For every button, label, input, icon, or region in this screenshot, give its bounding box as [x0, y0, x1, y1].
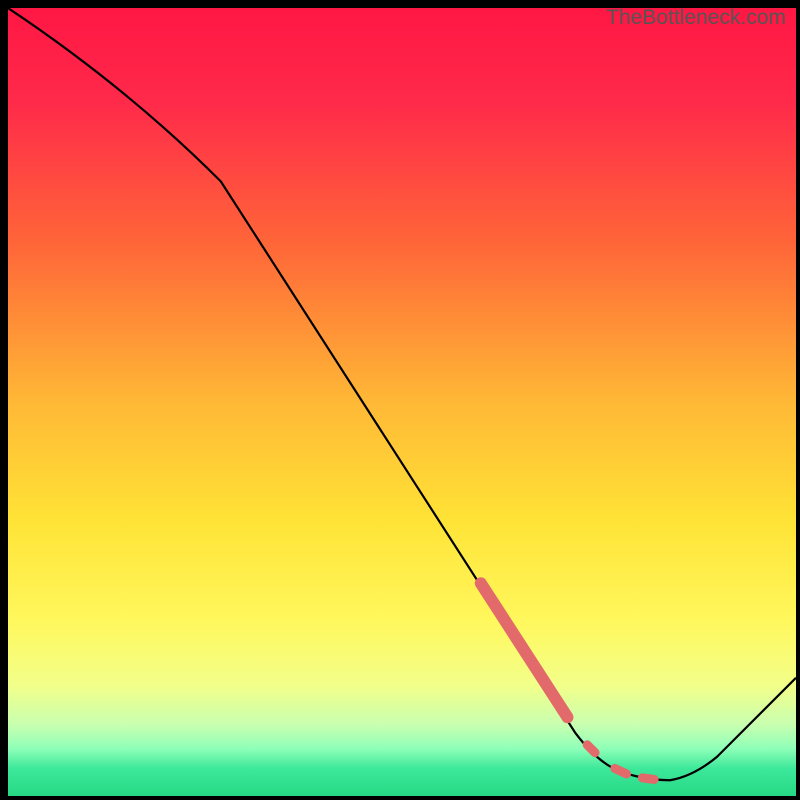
- chart-svg: [8, 8, 796, 796]
- chart-area: [6, 6, 798, 798]
- watermark-text: TheBottleneck.com: [606, 6, 786, 30]
- gradient-background: [8, 8, 796, 796]
